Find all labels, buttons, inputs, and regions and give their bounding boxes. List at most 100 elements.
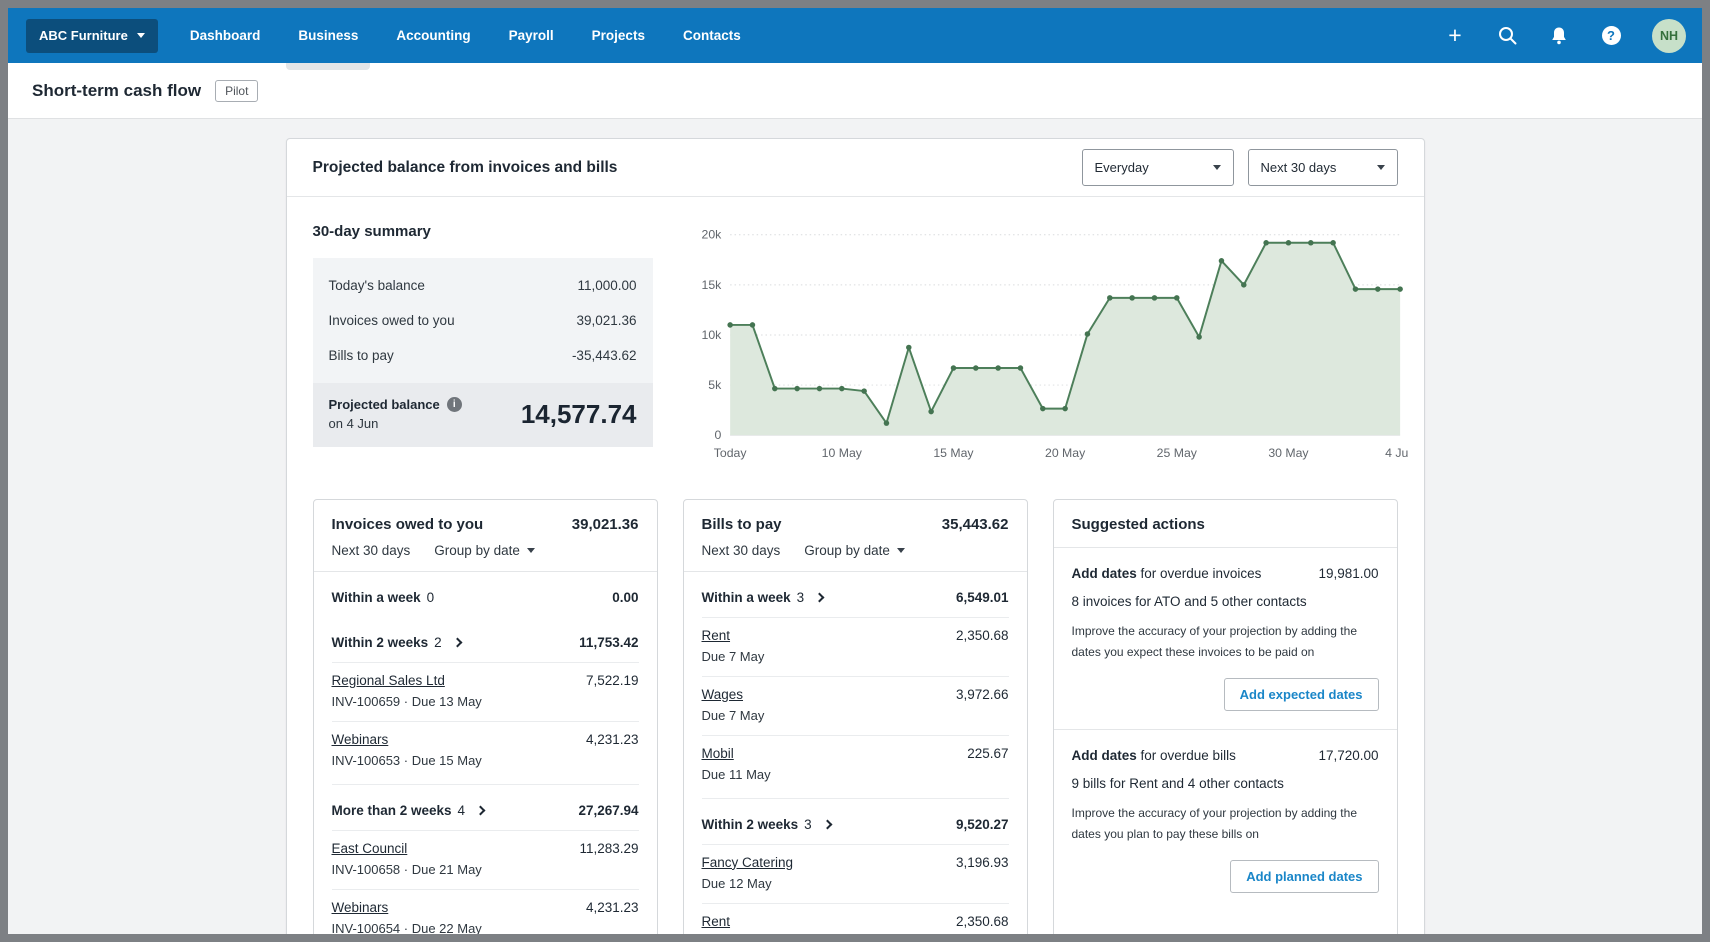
date-range-dropdown[interactable]: Next 30 days: [1248, 149, 1398, 186]
summary-row-value: -35,443.62: [572, 348, 637, 363]
chevron-down-icon: [897, 548, 905, 553]
bill-contact-link[interactable]: Fancy Catering: [702, 855, 794, 870]
chevron-down-icon: [527, 548, 535, 553]
pilot-badge: Pilot: [215, 80, 258, 102]
invoice-row: East Council 11,283.29 INV-100658 · Due …: [332, 830, 639, 889]
date-range-dropdown-value: Next 30 days: [1261, 160, 1337, 175]
action-subtitle: 8 invoices for ATO and 5 other contacts: [1072, 594, 1379, 609]
svg-text:15k: 15k: [701, 278, 722, 292]
invoice-contact-link[interactable]: East Council: [332, 841, 408, 856]
info-icon[interactable]: i: [447, 397, 462, 412]
bill-contact-link[interactable]: Mobil: [702, 746, 734, 761]
summary-row-invoices-owed: Invoices owed to you 39,021.36: [329, 303, 637, 338]
suggested-actions-title: Suggested actions: [1054, 500, 1397, 548]
svg-text:10 May: 10 May: [821, 446, 862, 460]
invoices-panel-title: Invoices owed to you: [332, 516, 484, 533]
nav-tab-contacts[interactable]: Contacts: [681, 8, 743, 63]
app-window: ABC Furniture Dashboard Business Account…: [8, 8, 1702, 934]
bill-row: Wages 3,972.66 Due 7 May: [702, 676, 1009, 735]
svg-text:4 Jun: 4 Jun: [1385, 446, 1408, 460]
detail-panels: Invoices owed to you 39,021.36 Next 30 d…: [313, 499, 1398, 934]
invoice-detail: INV-100654 · Due 22 May: [332, 921, 639, 934]
bills-panel-total: 35,443.62: [942, 516, 1009, 533]
invoice-amount: 4,231.23: [586, 900, 639, 915]
summary-row-bills-to-pay: Bills to pay -35,443.62: [329, 338, 637, 373]
invoice-detail: INV-100659 · Due 13 May: [332, 694, 639, 709]
bills-section-within-a-week: Within a week 3 6,549.01 Rent 2,350.68: [702, 572, 1009, 799]
projected-balance-value: 14,577.74: [521, 399, 637, 430]
invoices-panel-total: 39,021.36: [572, 516, 639, 533]
nav-tab-projects[interactable]: Projects: [590, 8, 647, 63]
bill-amount: 2,350.68: [956, 914, 1009, 929]
invoice-contact-link[interactable]: Regional Sales Ltd: [332, 673, 445, 688]
nav-tab-payroll[interactable]: Payroll: [507, 8, 556, 63]
nav-tab-dashboard[interactable]: Dashboard: [188, 8, 263, 63]
org-name: ABC Furniture: [39, 28, 128, 43]
projected-balance-box: Projected balance i on 4 Jun 14,577.74: [313, 383, 653, 447]
svg-text:20 May: 20 May: [1045, 446, 1086, 460]
nav-tab-accounting[interactable]: Accounting: [394, 8, 472, 63]
nav-tab-business[interactable]: Business: [296, 8, 360, 63]
bills-to-pay-panel: Bills to pay 35,443.62 Next 30 days Grou…: [683, 499, 1028, 934]
svg-text:5k: 5k: [708, 378, 722, 392]
bill-row: Mobil 225.67 Due 11 May: [702, 735, 1009, 794]
invoices-section-more-than-2-weeks: More than 2 weeks 4 27,267.94 East Counc…: [332, 785, 639, 934]
top-navigation-bar: ABC Furniture Dashboard Business Account…: [8, 8, 1702, 63]
invoices-group-by-dropdown[interactable]: Group by date: [434, 543, 535, 558]
invoices-panel-header: Invoices owed to you 39,021.36 Next 30 d…: [314, 500, 657, 572]
summary-and-chart: 30-day summary Today's balance 11,000.00…: [287, 197, 1424, 469]
bill-amount: 3,972.66: [956, 687, 1009, 702]
invoice-row: Webinars 4,231.23 INV-100654 · Due 22 Ma…: [332, 889, 639, 934]
add-new-icon[interactable]: +: [1444, 25, 1466, 47]
section-header[interactable]: More than 2 weeks 4 27,267.94: [332, 785, 639, 830]
bill-contact-link[interactable]: Rent: [702, 628, 731, 643]
bills-range-label: Next 30 days: [702, 543, 781, 558]
chevron-right-icon: [815, 592, 825, 602]
summary-row-value: 39,021.36: [576, 313, 636, 328]
nav-utility-cluster: + ? NH: [1444, 19, 1686, 53]
section-header: Within a week 0 0.00: [332, 572, 639, 617]
help-icon[interactable]: ?: [1600, 25, 1622, 47]
projected-balance-label: Projected balance: [329, 397, 440, 412]
invoices-range-label: Next 30 days: [332, 543, 411, 558]
suggested-actions-panel: Suggested actions Add dates for overdue …: [1053, 499, 1398, 934]
notifications-bell-icon[interactable]: [1548, 25, 1570, 47]
bill-row: Fancy Catering 3,196.93 Due 12 May: [702, 844, 1009, 903]
page-header: Short-term cash flow Pilot: [8, 63, 1702, 119]
add-planned-dates-button[interactable]: Add planned dates: [1230, 860, 1378, 893]
search-icon[interactable]: [1496, 25, 1518, 47]
bill-contact-link[interactable]: Wages: [702, 687, 744, 702]
invoices-owed-panel: Invoices owed to you 39,021.36 Next 30 d…: [313, 499, 658, 934]
cash-flow-chart-svg: 05k10k15k20kToday10 May15 May20 May25 Ma…: [681, 221, 1408, 469]
action-subtitle: 9 bills for Rent and 4 other contacts: [1072, 776, 1379, 791]
projection-card-header: Projected balance from invoices and bill…: [287, 139, 1424, 197]
add-expected-dates-button[interactable]: Add expected dates: [1224, 678, 1379, 711]
invoice-contact-link[interactable]: Webinars: [332, 732, 389, 747]
invoice-detail: INV-100653 · Due 15 May: [332, 753, 639, 768]
org-switcher-button[interactable]: ABC Furniture: [26, 19, 158, 53]
frequency-dropdown-value: Everyday: [1095, 160, 1149, 175]
frequency-dropdown[interactable]: Everyday: [1082, 149, 1234, 186]
bills-group-by-dropdown[interactable]: Group by date: [804, 543, 905, 558]
invoice-contact-link[interactable]: Webinars: [332, 900, 389, 915]
projected-balance-date: on 4 Jun: [329, 416, 462, 431]
section-header[interactable]: Within 2 weeks 3 9,520.27: [702, 799, 1009, 844]
action-title-rest: for overdue bills: [1137, 748, 1236, 763]
bill-row: Rent 2,350.68 Due 14 May: [702, 903, 1009, 934]
invoice-amount: 7,522.19: [586, 673, 639, 688]
chevron-down-icon: [1213, 165, 1221, 170]
svg-text:20k: 20k: [701, 228, 722, 242]
svg-text:10k: 10k: [701, 328, 722, 342]
summary-box: Today's balance 11,000.00 Invoices owed …: [313, 258, 653, 383]
bill-detail: Due 11 May: [702, 767, 1009, 782]
bill-amount: 225.67: [967, 746, 1008, 761]
bill-contact-link[interactable]: Rent: [702, 914, 731, 929]
section-header[interactable]: Within a week 3 6,549.01: [702, 572, 1009, 617]
invoices-section-within-2-weeks: Within 2 weeks 2 11,753.42 Regional Sale…: [332, 617, 639, 785]
user-avatar[interactable]: NH: [1652, 19, 1686, 53]
section-header[interactable]: Within 2 weeks 2 11,753.42: [332, 617, 639, 662]
action-amount: 19,981.00: [1318, 566, 1378, 581]
cash-flow-chart: 05k10k15k20kToday10 May15 May20 May25 Ma…: [653, 221, 1408, 469]
page-content: Projected balance from invoices and bill…: [8, 119, 1702, 934]
action-title-bold: Add dates: [1072, 566, 1137, 581]
